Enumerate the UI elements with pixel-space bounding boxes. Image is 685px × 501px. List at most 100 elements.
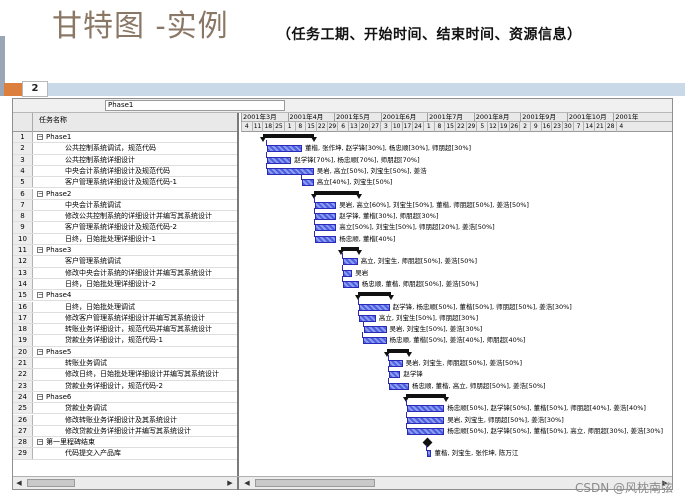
table-row[interactable]: 21 转账业务调试 xyxy=(13,358,237,370)
task-name: 贷款业务详细设计，规范代码-1 xyxy=(65,336,163,345)
table-row[interactable]: 11− Phase3 xyxy=(13,245,237,257)
table-row[interactable]: 6− Phase2 xyxy=(13,188,237,200)
row-id: 12 xyxy=(13,256,33,267)
header-band xyxy=(48,83,685,96)
table-row[interactable]: 9 客户管理系统详细设计及规范代码-2 xyxy=(13,222,237,234)
name-column-header[interactable]: 任务名称 xyxy=(39,115,67,125)
summary-bar[interactable] xyxy=(313,190,359,195)
table-row[interactable]: 17 修改客户管理系统详细设计并编写其系统设计 xyxy=(13,312,237,325)
task-bar[interactable] xyxy=(364,326,387,334)
task-bar[interactable] xyxy=(314,224,337,232)
timescale-day: 4 xyxy=(241,122,252,132)
collapse-toggle-icon[interactable]: − xyxy=(37,247,43,253)
task-bar[interactable] xyxy=(388,371,401,379)
table-scroll-thumb[interactable] xyxy=(27,479,75,487)
collapse-toggle-icon[interactable]: − xyxy=(37,348,43,355)
summary-bar[interactable] xyxy=(405,393,447,398)
timescale-day: 25 xyxy=(273,122,284,132)
task-bar[interactable] xyxy=(342,258,358,266)
task-name: 贷款业务详细设计，规范代码-2 xyxy=(65,381,163,390)
scroll-left-arrow-icon[interactable]: ◀ xyxy=(242,478,252,488)
table-row[interactable]: 27 修改贷款业务详细设计并编写其系统设计 xyxy=(13,425,237,438)
table-row[interactable]: 20− Phase5 xyxy=(13,346,237,358)
summary-bar[interactable] xyxy=(263,134,314,138)
table-row[interactable]: 14 日终，日始批处理详细设计-2 xyxy=(13,278,237,291)
collapse-toggle-icon[interactable]: − xyxy=(37,134,43,140)
task-bar[interactable] xyxy=(266,156,292,164)
id-column-header[interactable] xyxy=(13,113,33,132)
table-row[interactable]: 8 修改公共控制系统的详细设计并编写其系统设计 xyxy=(13,211,237,223)
timescale-day: 9 xyxy=(529,122,541,132)
timescale-days: 4 11 18 25 1 8 15 22 29 6 13 20 27 3 10 17 24 1 8 15 22 29 5 12… xyxy=(241,122,672,132)
table-row[interactable]: 10 日终，日始批处理详细设计-1 xyxy=(13,233,237,245)
task-bar[interactable] xyxy=(314,235,337,243)
task-bar[interactable] xyxy=(266,145,302,153)
table-row[interactable]: 5 客户管理系统详细设计及规范代码-1 xyxy=(13,177,237,189)
task-bar[interactable] xyxy=(427,450,432,458)
table-row[interactable]: 22 修改日终，日始批处理详细设计并编写其系统设计 xyxy=(13,369,237,381)
task-name: Phase2 xyxy=(46,189,72,198)
collapse-toggle-icon[interactable]: − xyxy=(37,292,43,299)
table-row[interactable]: 7 中央会计系统调试 xyxy=(13,199,237,212)
table-row[interactable]: 2 公共控制系统调试，规范代码 xyxy=(13,143,237,155)
chart-body[interactable]: 董楷, 张作坤, 赵学锋[30%], 杨忠顺[30%], 师朋超[30%] 赵学锋… xyxy=(241,132,672,476)
timescale-day: 3 xyxy=(380,122,391,132)
scroll-left-arrow-icon[interactable]: ◀ xyxy=(14,478,24,488)
task-name: 中央会计系统详细设计及规范代码 xyxy=(65,166,170,175)
timescale-month: 2001年 xyxy=(613,113,660,122)
task-bar[interactable] xyxy=(314,201,337,209)
task-name: 第一里程碑结束 xyxy=(46,438,95,447)
task-bar[interactable] xyxy=(314,213,337,221)
task-bar[interactable] xyxy=(342,280,359,288)
table-row[interactable]: 15− Phase4 xyxy=(13,290,237,302)
table-row[interactable]: 13 修改中央会计系统的详细设计并编写其系统设计 xyxy=(13,267,237,279)
task-bar[interactable] xyxy=(388,360,403,367)
entry-field[interactable]: Phase1 xyxy=(105,100,285,111)
row-id: 4 xyxy=(13,165,33,177)
table-row[interactable]: 25 贷款业务调试 xyxy=(13,403,237,415)
resource-label: 杨忠顺[50%], 赵学锋[50%], 董楷[50%], 高立, 师朋超[30%… xyxy=(447,426,664,435)
collapse-toggle-icon[interactable]: − xyxy=(37,393,43,400)
table-row[interactable]: 24− Phase6 xyxy=(13,391,237,404)
table-row[interactable]: 4 中央会计系统详细设计及规范代码 xyxy=(13,165,237,178)
timescale-day: 7 xyxy=(572,122,584,132)
slide-number: 2 xyxy=(22,81,48,97)
task-bar[interactable] xyxy=(266,167,314,175)
milestone-marker[interactable] xyxy=(422,437,433,448)
task-bar[interactable] xyxy=(406,405,445,413)
timescale-month: 2001年8月 xyxy=(473,113,521,122)
timescale-day: 27 xyxy=(369,122,380,132)
task-bar[interactable] xyxy=(342,269,353,277)
summary-bar[interactable] xyxy=(357,292,391,297)
table-row[interactable]: 1− Phase1 xyxy=(13,132,237,144)
timescale-month: 2001年3月 xyxy=(241,113,288,122)
chart-scroll-thumb[interactable] xyxy=(255,479,375,487)
timescale-day: 15 xyxy=(444,122,455,132)
scroll-right-arrow-icon[interactable]: ▶ xyxy=(225,478,235,488)
table-row[interactable]: 16 日终，日始批处理调试 xyxy=(13,301,237,313)
table-row[interactable]: 12 客户管理系统调试 xyxy=(13,256,237,268)
collapse-toggle-icon[interactable]: − xyxy=(37,190,43,197)
table-row[interactable]: 19 贷款业务详细设计，规范代码-1 xyxy=(13,335,237,347)
task-bar[interactable] xyxy=(406,427,445,435)
task-bar[interactable] xyxy=(358,303,390,311)
collapse-toggle-icon[interactable]: − xyxy=(37,439,43,446)
task-name: 公共控制系统调试，规范代码 xyxy=(65,144,156,153)
timescale-day: 1 xyxy=(422,122,434,132)
table-scrollbar[interactable]: ◀ ▶ xyxy=(13,477,239,490)
table-row[interactable]: 23 贷款业务详细设计，规范代码-2 xyxy=(13,380,237,392)
table-row[interactable]: 3 公共控制系统详细设计 xyxy=(13,154,237,166)
table-row[interactable]: 29 代码提交入产品库 xyxy=(13,448,237,460)
task-name: 代码提交入产品库 xyxy=(65,449,121,458)
task-bar[interactable] xyxy=(301,179,314,187)
row-id: 8 xyxy=(13,211,33,222)
task-name: 修改客户管理系统详细设计并编写其系统设计 xyxy=(65,313,205,322)
task-bar[interactable] xyxy=(388,382,409,390)
table-row[interactable]: 18 转账业务详细设计，规范代码并编写其系统设计 xyxy=(13,324,237,336)
task-bar[interactable] xyxy=(358,314,376,322)
resource-label: 杨忠顺, 董楷[40%] xyxy=(339,234,396,243)
table-row[interactable]: 28− 第一里程碑结束 xyxy=(13,437,237,449)
task-bar[interactable] xyxy=(406,416,445,424)
task-bar[interactable] xyxy=(362,337,387,345)
table-row[interactable]: 26 修改转账业务详细设计及其系统设计 xyxy=(13,414,237,426)
